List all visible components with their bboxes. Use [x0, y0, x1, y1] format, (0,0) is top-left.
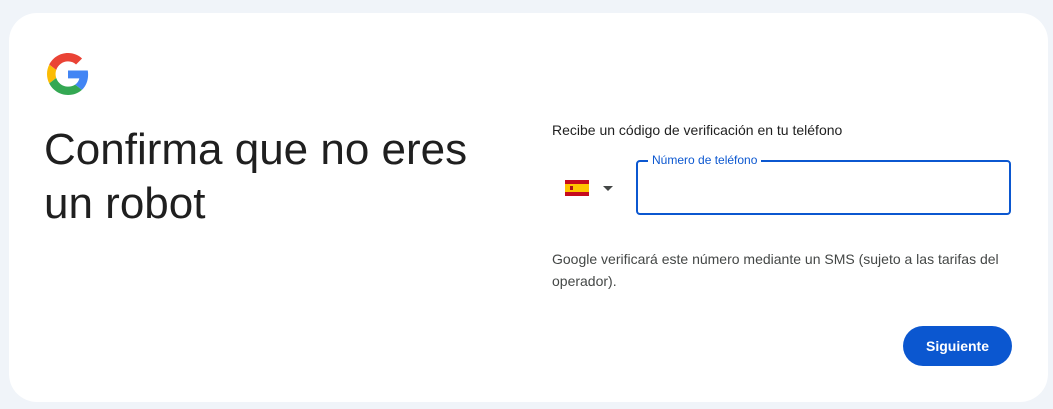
caret-down-icon: [603, 185, 613, 191]
verification-subtitle: Recibe un código de verificación en tu t…: [552, 122, 843, 138]
sms-notice: Google verificará este número mediante u…: [552, 251, 999, 289]
phone-number-input[interactable]: [652, 172, 996, 204]
page-title: Confirma que no eres un robot: [44, 125, 468, 228]
phone-number-field[interactable]: Número de teléfono: [636, 153, 1011, 215]
country-selector[interactable]: [565, 176, 621, 200]
spain-flag-icon: [565, 180, 589, 196]
next-button[interactable]: Siguiente: [903, 326, 1012, 366]
phone-number-label: Número de teléfono: [648, 153, 762, 167]
signin-card: Confirma que no eres un robot Recibe un …: [9, 13, 1048, 402]
google-g-icon: [47, 53, 89, 95]
